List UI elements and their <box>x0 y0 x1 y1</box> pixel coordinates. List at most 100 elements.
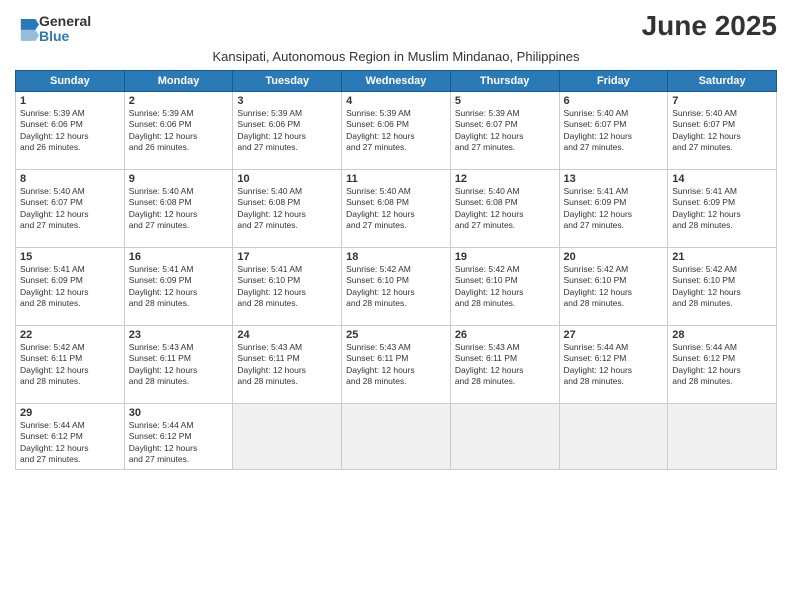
sunset: Sunset: 6:11 PM <box>129 353 191 363</box>
sunset: Sunset: 6:06 PM <box>129 119 192 129</box>
cell-info: Sunrise: 5:40 AM Sunset: 6:08 PM Dayligh… <box>455 186 555 232</box>
minutes: and 28 minutes. <box>20 298 80 308</box>
day-number: 16 <box>129 251 229 263</box>
sunrise: Sunrise: 5:40 AM <box>20 186 85 196</box>
cell-info: Sunrise: 5:39 AM Sunset: 6:07 PM Dayligh… <box>455 108 555 154</box>
day-13: 13 Sunrise: 5:41 AM Sunset: 6:09 PM Dayl… <box>559 169 668 247</box>
daylight: Daylight: 12 hours <box>346 209 415 219</box>
minutes: and 28 minutes. <box>672 298 732 308</box>
week-row-4: 22 Sunrise: 5:42 AM Sunset: 6:11 PM Dayl… <box>16 325 777 403</box>
day-26: 26 Sunrise: 5:43 AM Sunset: 6:11 PM Dayl… <box>450 325 559 403</box>
day-20: 20 Sunrise: 5:42 AM Sunset: 6:10 PM Dayl… <box>559 247 668 325</box>
cell-info: Sunrise: 5:40 AM Sunset: 6:07 PM Dayligh… <box>672 108 772 154</box>
minutes: and 26 minutes. <box>129 142 189 152</box>
day-number: 19 <box>455 251 555 263</box>
daylight: Daylight: 12 hours <box>455 209 524 219</box>
sunset: Sunset: 6:09 PM <box>672 197 735 207</box>
sunset: Sunset: 6:07 PM <box>672 119 735 129</box>
minutes: and 27 minutes. <box>129 454 189 464</box>
day-number: 8 <box>20 173 120 185</box>
day-number: 11 <box>346 173 446 185</box>
day-number: 3 <box>237 95 337 107</box>
sunrise: Sunrise: 5:42 AM <box>455 264 520 274</box>
day-number: 30 <box>129 407 229 419</box>
day-14: 14 Sunrise: 5:41 AM Sunset: 6:09 PM Dayl… <box>668 169 777 247</box>
title-block: June 2025 <box>642 10 777 42</box>
sunrise: Sunrise: 5:41 AM <box>564 186 629 196</box>
daylight: Daylight: 12 hours <box>129 365 198 375</box>
day-number: 2 <box>129 95 229 107</box>
subtitle: Kansipati, Autonomous Region in Muslim M… <box>15 49 777 64</box>
daylight: Daylight: 12 hours <box>346 365 415 375</box>
sunrise: Sunrise: 5:44 AM <box>564 342 629 352</box>
sunset: Sunset: 6:10 PM <box>455 275 518 285</box>
col-monday: Monday <box>124 70 233 91</box>
sunrise: Sunrise: 5:42 AM <box>20 342 85 352</box>
cell-info: Sunrise: 5:41 AM Sunset: 6:09 PM Dayligh… <box>564 186 664 232</box>
minutes: and 27 minutes. <box>564 142 624 152</box>
week-row-1: 1 Sunrise: 5:39 AM Sunset: 6:06 PM Dayli… <box>16 91 777 169</box>
cell-info: Sunrise: 5:41 AM Sunset: 6:09 PM Dayligh… <box>672 186 772 232</box>
cell-info: Sunrise: 5:40 AM Sunset: 6:07 PM Dayligh… <box>564 108 664 154</box>
sunrise: Sunrise: 5:40 AM <box>455 186 520 196</box>
sunset: Sunset: 6:10 PM <box>346 275 409 285</box>
sunset: Sunset: 6:11 PM <box>346 353 408 363</box>
cell-info: Sunrise: 5:42 AM Sunset: 6:11 PM Dayligh… <box>20 342 120 388</box>
minutes: and 27 minutes. <box>237 220 297 230</box>
daylight: Daylight: 12 hours <box>455 131 524 141</box>
day-header-row: Sunday Monday Tuesday Wednesday Thursday… <box>16 70 777 91</box>
col-wednesday: Wednesday <box>342 70 451 91</box>
day-number: 6 <box>564 95 664 107</box>
daylight: Daylight: 12 hours <box>564 131 633 141</box>
minutes: and 28 minutes. <box>564 298 624 308</box>
week-row-2: 8 Sunrise: 5:40 AM Sunset: 6:07 PM Dayli… <box>16 169 777 247</box>
empty-cell <box>342 403 451 469</box>
cell-info: Sunrise: 5:44 AM Sunset: 6:12 PM Dayligh… <box>20 420 120 466</box>
day-number: 12 <box>455 173 555 185</box>
daylight: Daylight: 12 hours <box>237 131 306 141</box>
logo-blue: Blue <box>39 29 91 44</box>
cell-info: Sunrise: 5:40 AM Sunset: 6:08 PM Dayligh… <box>129 186 229 232</box>
cell-info: Sunrise: 5:42 AM Sunset: 6:10 PM Dayligh… <box>564 264 664 310</box>
day-16: 16 Sunrise: 5:41 AM Sunset: 6:09 PM Dayl… <box>124 247 233 325</box>
sunset: Sunset: 6:11 PM <box>237 353 299 363</box>
day-22: 22 Sunrise: 5:42 AM Sunset: 6:11 PM Dayl… <box>16 325 125 403</box>
logo-general: General <box>39 14 91 29</box>
sunset: Sunset: 6:06 PM <box>20 119 83 129</box>
daylight: Daylight: 12 hours <box>564 209 633 219</box>
day-number: 4 <box>346 95 446 107</box>
day-19: 19 Sunrise: 5:42 AM Sunset: 6:10 PM Dayl… <box>450 247 559 325</box>
day-number: 26 <box>455 329 555 341</box>
daylight: Daylight: 12 hours <box>20 365 89 375</box>
daylight: Daylight: 12 hours <box>346 287 415 297</box>
day-number: 1 <box>20 95 120 107</box>
sunrise: Sunrise: 5:40 AM <box>237 186 302 196</box>
sunrise: Sunrise: 5:41 AM <box>672 186 737 196</box>
sunrise: Sunrise: 5:43 AM <box>346 342 411 352</box>
daylight: Daylight: 12 hours <box>237 209 306 219</box>
cell-info: Sunrise: 5:39 AM Sunset: 6:06 PM Dayligh… <box>237 108 337 154</box>
minutes: and 28 minutes. <box>129 298 189 308</box>
col-sunday: Sunday <box>16 70 125 91</box>
cell-info: Sunrise: 5:44 AM Sunset: 6:12 PM Dayligh… <box>672 342 772 388</box>
day-28: 28 Sunrise: 5:44 AM Sunset: 6:12 PM Dayl… <box>668 325 777 403</box>
minutes: and 27 minutes. <box>129 220 189 230</box>
sunset: Sunset: 6:09 PM <box>564 197 627 207</box>
sunset: Sunset: 6:10 PM <box>237 275 300 285</box>
daylight: Daylight: 12 hours <box>672 365 741 375</box>
daylight: Daylight: 12 hours <box>129 443 198 453</box>
day-24: 24 Sunrise: 5:43 AM Sunset: 6:11 PM Dayl… <box>233 325 342 403</box>
day-11: 11 Sunrise: 5:40 AM Sunset: 6:08 PM Dayl… <box>342 169 451 247</box>
header: General Blue June 2025 <box>15 10 777 45</box>
daylight: Daylight: 12 hours <box>20 443 89 453</box>
cell-info: Sunrise: 5:43 AM Sunset: 6:11 PM Dayligh… <box>346 342 446 388</box>
sunset: Sunset: 6:09 PM <box>129 275 192 285</box>
empty-cell <box>559 403 668 469</box>
minutes: and 28 minutes. <box>455 376 515 386</box>
daylight: Daylight: 12 hours <box>129 131 198 141</box>
page: General Blue June 2025 Kansipati, Autono… <box>0 0 792 612</box>
day-25: 25 Sunrise: 5:43 AM Sunset: 6:11 PM Dayl… <box>342 325 451 403</box>
minutes: and 28 minutes. <box>564 376 624 386</box>
day-number: 18 <box>346 251 446 263</box>
calendar: Sunday Monday Tuesday Wednesday Thursday… <box>15 70 777 470</box>
